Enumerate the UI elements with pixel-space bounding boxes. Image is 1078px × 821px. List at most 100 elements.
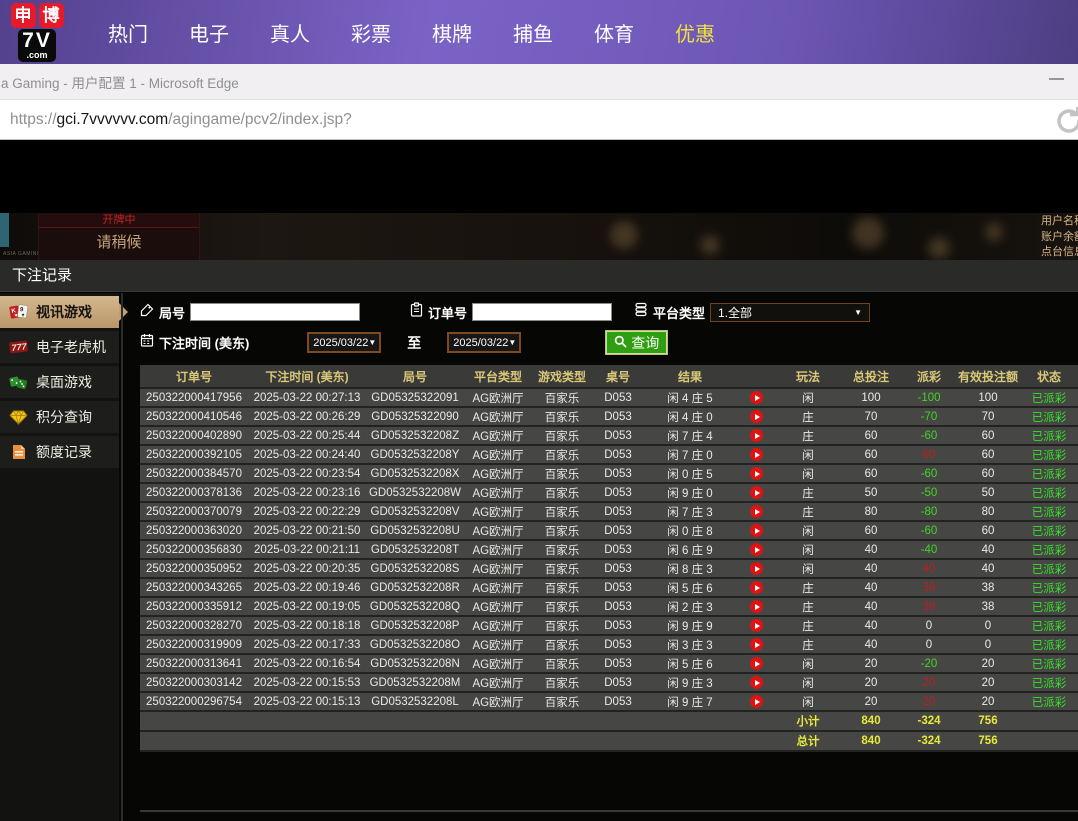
replay-play-icon[interactable]: [750, 600, 763, 613]
replay-play-icon[interactable]: [750, 638, 763, 651]
replay-play-icon[interactable]: [750, 429, 763, 442]
replay-play-icon[interactable]: [750, 619, 763, 632]
col-header: 平台类型: [464, 365, 532, 388]
replay-play-icon[interactable]: [750, 467, 763, 480]
cell-play: [736, 483, 776, 502]
empty-cell: [592, 711, 644, 731]
cell-order-id: 250322000313641: [140, 654, 248, 673]
platform-selected-value: 1.全部: [718, 304, 752, 321]
sidebar-item-桌面游戏[interactable]: 桌面游戏: [0, 366, 119, 398]
address-text[interactable]: https://gci.7vvvvvv.com/agingame/pcv2/in…: [10, 111, 352, 129]
hero-image-sliver: [0, 213, 9, 247]
cell-bet-side: 闲: [776, 388, 840, 407]
replay-play-icon[interactable]: [750, 695, 763, 708]
nav-item-3[interactable]: 真人: [270, 18, 310, 47]
replay-play-icon[interactable]: [750, 676, 763, 689]
cell-total-bet: 40: [840, 578, 902, 597]
cell-result: 闲 5 庄 6: [644, 578, 736, 597]
replay-play-icon[interactable]: [750, 562, 763, 575]
cell-status: 已派彩: [1020, 445, 1078, 464]
empty-cell: [140, 731, 248, 751]
refresh-icon[interactable]: [1053, 105, 1078, 142]
sidebar-item-额度记录[interactable]: 额度记录: [0, 436, 119, 468]
svg-text:777: 777: [11, 341, 28, 353]
nav-item-2[interactable]: 电子: [189, 18, 229, 47]
sidebar-item-label: 积分查询: [36, 407, 92, 427]
cell-table-no: D053: [592, 426, 644, 445]
cell-time: 2025-03-22 00:15:13: [248, 692, 366, 711]
sidebar-item-电子老虎机[interactable]: 777电子老虎机: [0, 331, 119, 363]
minimize-button[interactable]: —: [1049, 70, 1064, 87]
date-from-select[interactable]: 2025/03/22 ▼: [307, 332, 381, 353]
table-row: 2503220003509522025-03-22 00:20:35GD0532…: [140, 559, 1078, 578]
cell-round: GD05325322091: [366, 388, 464, 407]
platform-select[interactable]: 1.全部 ▼: [710, 303, 870, 322]
cell-total-bet: 60: [840, 521, 902, 540]
cell-payout: 0: [902, 616, 956, 635]
replay-play-icon[interactable]: [750, 486, 763, 499]
replay-play-icon[interactable]: [750, 448, 763, 461]
nav-item-5[interactable]: 棋牌: [432, 18, 472, 47]
cell-result: 闲 9 庄 9: [644, 616, 736, 635]
please-wait-text: 请稍候: [39, 228, 199, 258]
platform-icon: [634, 302, 648, 322]
empty-cell: [644, 731, 736, 751]
cell-payout: -60: [902, 521, 956, 540]
chevron-down-icon: ▼: [508, 338, 516, 347]
cell-round: GD05325322090: [366, 407, 464, 426]
nav-item-6[interactable]: 捕鱼: [513, 18, 553, 47]
query-button[interactable]: 查询: [605, 330, 668, 355]
site-nav: 申 博 7V .com 热门 电子 真人 彩票 棋牌 捕鱼 体育 优惠: [0, 0, 1078, 64]
round-input[interactable]: [190, 303, 360, 321]
replay-play-icon[interactable]: [750, 391, 763, 404]
cell-status: 已派彩: [1020, 654, 1078, 673]
clipboard-icon: [410, 302, 423, 322]
dealer-table-tile[interactable]: 开牌中 请稍候: [38, 213, 200, 260]
subtotal-total-bet: 840: [840, 711, 902, 731]
cell-platform: AG欧洲厅: [464, 464, 532, 483]
cell-game: 百家乐: [532, 635, 592, 654]
sidebar-item-积分查询[interactable]: 积分查询: [0, 401, 119, 433]
sidebar-item-视讯游戏[interactable]: K♥9♠视讯游戏: [0, 296, 119, 328]
cell-result: 闲 5 庄 6: [644, 654, 736, 673]
replay-play-icon[interactable]: [750, 543, 763, 556]
logo-badges: 申 博: [11, 3, 64, 28]
cell-order-id: 250322000392105: [140, 445, 248, 464]
table-row: 2503220003199092025-03-22 00:17:33GD0532…: [140, 635, 1078, 654]
cell-payout: -60: [902, 426, 956, 445]
cell-bet-side: 闲: [776, 445, 840, 464]
cell-round: GD0532532208V: [366, 502, 464, 521]
cell-time: 2025-03-22 00:24:40: [248, 445, 366, 464]
table-row: 2503220004179562025-03-22 00:27:13GD0532…: [140, 388, 1078, 407]
browser-urlbar[interactable]: https://gci.7vvvvvv.com/agingame/pcv2/in…: [0, 100, 1078, 140]
cell-valid-bet: 60: [956, 464, 1020, 483]
nav-item-4[interactable]: 彩票: [351, 18, 391, 47]
empty-cell: [1020, 711, 1078, 731]
replay-play-icon[interactable]: [750, 410, 763, 423]
cell-payout: -70: [902, 407, 956, 426]
cell-time: 2025-03-22 00:21:11: [248, 540, 366, 559]
replay-play-icon[interactable]: [750, 657, 763, 670]
nav-item-1[interactable]: 热门: [108, 18, 148, 47]
cell-time: 2025-03-22 00:19:46: [248, 578, 366, 597]
table-row: 2503220003568302025-03-22 00:21:11GD0532…: [140, 540, 1078, 559]
nav-item-7[interactable]: 体育: [594, 18, 634, 47]
replay-play-icon[interactable]: [750, 581, 763, 594]
cell-total-bet: 40: [840, 540, 902, 559]
cell-play: [736, 464, 776, 483]
cell-valid-bet: 60: [956, 426, 1020, 445]
cell-play: [736, 559, 776, 578]
cell-table-no: D053: [592, 483, 644, 502]
cell-payout: -80: [902, 502, 956, 521]
nav-menu: 热门 电子 真人 彩票 棋牌 捕鱼 体育 优惠: [108, 18, 715, 47]
cell-table-no: D053: [592, 445, 644, 464]
site-logo[interactable]: 申 博 7V .com: [8, 3, 66, 62]
cell-platform: AG欧洲厅: [464, 559, 532, 578]
nav-item-8[interactable]: 优惠: [675, 18, 715, 47]
replay-play-icon[interactable]: [750, 505, 763, 518]
order-input[interactable]: [472, 303, 612, 321]
date-to-select[interactable]: 2025/03/22 ▼: [447, 332, 521, 353]
cell-platform: AG欧洲厅: [464, 597, 532, 616]
replay-play-icon[interactable]: [750, 524, 763, 537]
cell-platform: AG欧洲厅: [464, 635, 532, 654]
